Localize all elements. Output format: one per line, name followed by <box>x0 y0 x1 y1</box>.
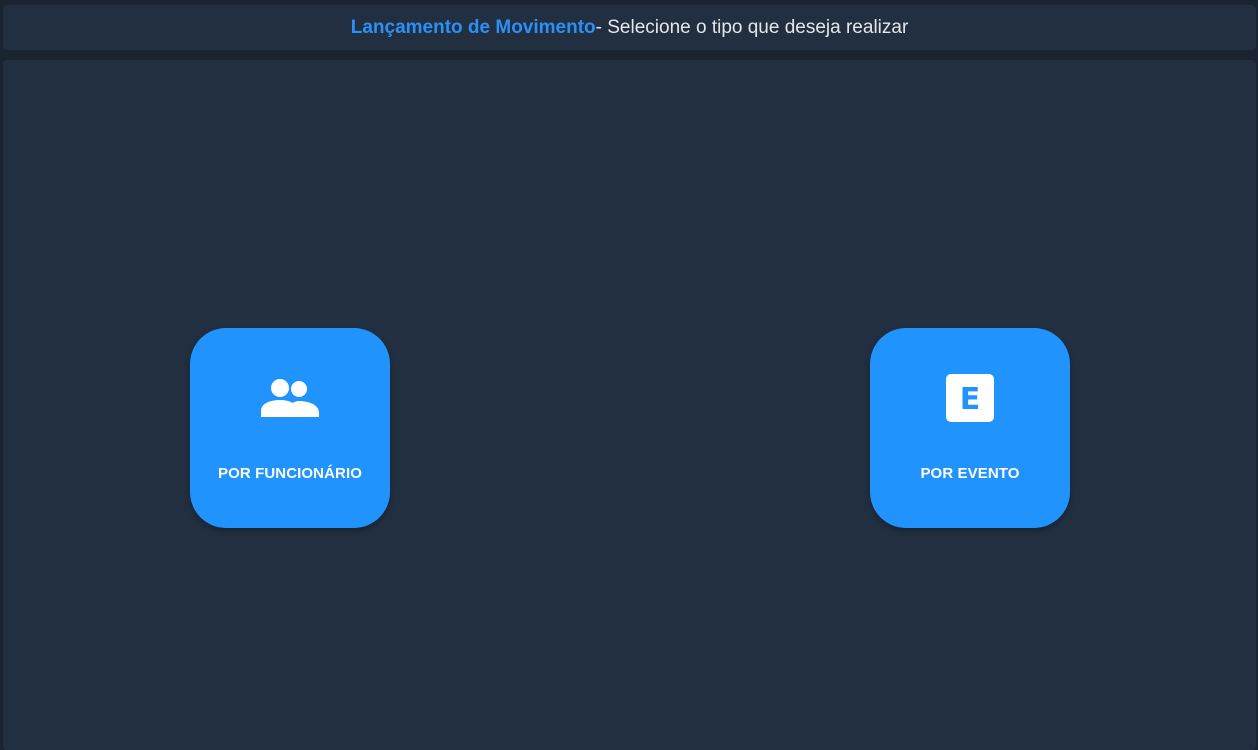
por-evento-label: POR EVENTO <box>920 465 1020 482</box>
letter-e-icon: E <box>945 373 995 423</box>
por-funcionario-label: POR FUNCIONÁRIO <box>218 465 362 482</box>
letter-e-glyph: E <box>960 382 981 417</box>
page-subtitle: - Selecione o tipo que deseja realizar <box>595 16 909 38</box>
people-icon <box>260 373 320 423</box>
por-funcionario-button[interactable]: POR FUNCIONÁRIO <box>190 328 390 528</box>
por-evento-button[interactable]: E POR EVENTO <box>870 328 1070 528</box>
page-header: Lançamento de Movimento - Selecione o tip… <box>3 5 1256 50</box>
page-title: Lançamento de Movimento <box>350 16 596 38</box>
